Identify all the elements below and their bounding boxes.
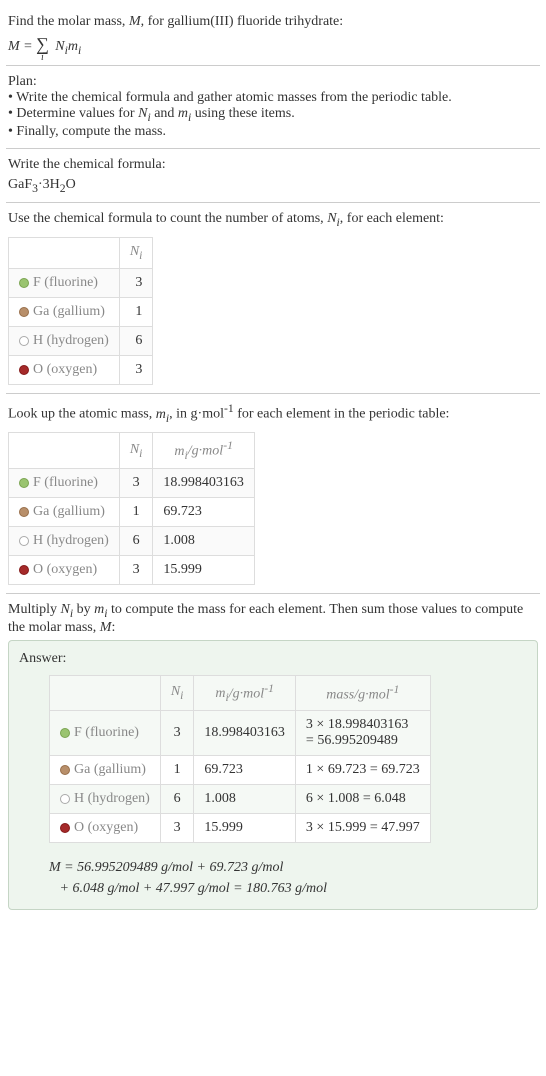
answer-box: Answer: Ni mi/g·mol-1 mass/g·mol-1 F (fl… <box>8 640 538 910</box>
plan-title: Plan: <box>8 74 538 90</box>
table-row: O (oxygen) 3 <box>9 355 153 384</box>
count-intro: Use the chemical formula to count the nu… <box>8 211 538 229</box>
mi-header: mi/g·mol-1 <box>194 675 296 710</box>
plan-section: Plan: Write the chemical formula and gat… <box>6 66 540 149</box>
count-atoms-section: Use the chemical formula to count the nu… <box>6 203 540 394</box>
table-header-row: Ni <box>9 238 153 269</box>
multiply-intro: Multiply Ni by mi to compute the mass fo… <box>8 602 538 636</box>
oxygen-dot-icon <box>60 823 70 833</box>
answer-title: Answer: <box>19 651 527 667</box>
empty-header <box>9 238 120 269</box>
mi-header: mi/g·mol-1 <box>153 433 255 468</box>
oxygen-dot-icon <box>19 565 29 575</box>
molar-mass-formula: M = ∑i Nimi <box>8 34 538 57</box>
plan-list: Write the chemical formula and gather at… <box>8 90 538 140</box>
table-header-row: Ni mi/g·mol-1 mass/g·mol-1 <box>50 675 431 710</box>
lookup-section: Look up the atomic mass, mi, in g·mol-1 … <box>6 394 540 594</box>
fluorine-dot-icon <box>60 728 70 738</box>
mass-calc-f: 3 × 18.998403163= 56.995209489 <box>295 711 430 756</box>
intro-var-m: M <box>129 14 141 29</box>
count-table: Ni F (fluorine) 3 Ga (gallium) 1 H (hydr… <box>8 237 153 385</box>
table-row: Ga (gallium) 1 69.723 <box>9 497 255 526</box>
hydrogen-dot-icon <box>19 536 29 546</box>
table-row: F (fluorine) 3 <box>9 268 153 297</box>
table-row: Ga (gallium) 1 <box>9 297 153 326</box>
element-cell-o: O (oxygen) <box>9 355 120 384</box>
ni-header: Ni <box>119 433 153 468</box>
answer-table: Ni mi/g·mol-1 mass/g·mol-1 F (fluorine) … <box>49 675 431 843</box>
final-molar-mass: M = 56.995209489 g/mol + 69.723 g/mol + … <box>49 857 527 899</box>
table-row: O (oxygen) 3 15.999 <box>9 555 255 584</box>
mass-header: mass/g·mol-1 <box>295 675 430 710</box>
table-header-row: Ni mi/g·mol-1 <box>9 433 255 468</box>
empty-header <box>9 433 120 468</box>
hydrogen-dot-icon <box>19 336 29 346</box>
hydrogen-dot-icon <box>60 794 70 804</box>
intro-line1: Find the molar mass, <box>8 14 129 29</box>
table-row: Ga (gallium) 1 69.723 1 × 69.723 = 69.72… <box>50 756 431 785</box>
plan-item-2: Determine values for Ni and mi using the… <box>8 106 538 124</box>
plan-item-1: Write the chemical formula and gather at… <box>8 90 538 106</box>
mass-calc-ga: 1 × 69.723 = 69.723 <box>295 756 430 785</box>
ni-f: 3 <box>119 268 153 297</box>
mass-calc-h: 6 × 1.008 = 6.048 <box>295 785 430 814</box>
table-row: H (hydrogen) 6 1.008 6 × 1.008 = 6.048 <box>50 785 431 814</box>
mass-calc-o: 3 × 15.999 = 47.997 <box>295 814 430 843</box>
table-row: F (fluorine) 3 18.998403163 3 × 18.99840… <box>50 711 431 756</box>
element-cell-ga: Ga (gallium) <box>9 297 120 326</box>
fluorine-dot-icon <box>19 278 29 288</box>
table-row: O (oxygen) 3 15.999 3 × 15.999 = 47.997 <box>50 814 431 843</box>
multiply-section: Multiply Ni by mi to compute the mass fo… <box>6 594 540 918</box>
chemformula-title: Write the chemical formula: <box>8 157 538 173</box>
oxygen-dot-icon <box>19 365 29 375</box>
ni-ga: 1 <box>119 297 153 326</box>
intro-text: Find the molar mass, M, for gallium(III)… <box>8 14 538 30</box>
ni-header: Ni <box>119 238 153 269</box>
fluorine-dot-icon <box>19 478 29 488</box>
table-row: F (fluorine) 3 18.998403163 <box>9 468 255 497</box>
intro-line1-end: , for gallium(III) fluoride trihydrate: <box>141 14 344 29</box>
plan-item-3: Finally, compute the mass. <box>8 124 538 140</box>
table-row: H (hydrogen) 6 1.008 <box>9 526 255 555</box>
element-cell-h: H (hydrogen) <box>9 326 120 355</box>
gallium-dot-icon <box>19 507 29 517</box>
chemical-formula: GaF3·3H2O <box>8 177 538 195</box>
lookup-intro: Look up the atomic mass, mi, in g·mol-1 … <box>8 402 538 424</box>
ni-o: 3 <box>119 355 153 384</box>
ni-h: 6 <box>119 326 153 355</box>
ni-header: Ni <box>160 675 194 710</box>
chemical-formula-section: Write the chemical formula: GaF3·3H2O <box>6 149 540 204</box>
table-row: H (hydrogen) 6 <box>9 326 153 355</box>
empty-header <box>50 675 161 710</box>
lookup-table: Ni mi/g·mol-1 F (fluorine) 3 18.99840316… <box>8 432 255 584</box>
intro-section: Find the molar mass, M, for gallium(III)… <box>6 6 540 66</box>
gallium-dot-icon <box>60 765 70 775</box>
gallium-dot-icon <box>19 307 29 317</box>
element-cell-f: F (fluorine) <box>9 268 120 297</box>
